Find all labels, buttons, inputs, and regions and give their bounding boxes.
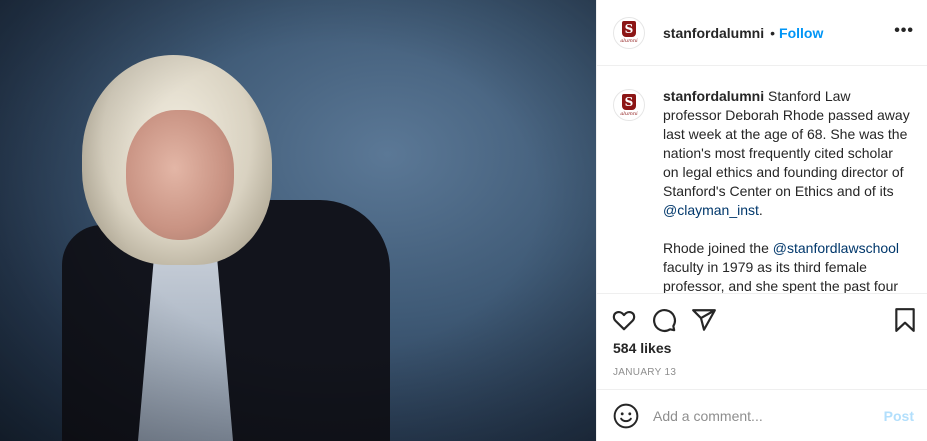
caption-username-link[interactable]: stanfordalumni: [663, 88, 764, 104]
post-header: S alumni stanfordalumni • Follow •••: [597, 0, 927, 66]
post-date[interactable]: JANUARY 13: [613, 367, 676, 378]
caption-p1-text-2: .: [758, 202, 763, 218]
caption-area: S alumni stanfordalumni Stanford Law pro…: [597, 67, 927, 293]
follow-button[interactable]: Follow: [779, 25, 823, 41]
mention-clayman-inst[interactable]: @clayman_inst: [663, 202, 759, 218]
caption-avatar[interactable]: S alumni: [613, 89, 645, 121]
avatar[interactable]: S alumni: [613, 16, 645, 49]
comment-icon[interactable]: [651, 307, 677, 333]
caption-paragraph-2: Rhode joined the @stanfordlawschool facu…: [663, 239, 912, 293]
caption-p2-text-1: Rhode joined the: [663, 240, 773, 256]
avatar-script: alumni: [620, 38, 638, 44]
caption-p2-text-2: faculty in 1979 as its third female prof…: [663, 259, 899, 293]
caption-avatar-letter: S: [622, 93, 636, 110]
caption-text: stanfordalumni Stanford Law professor De…: [663, 87, 912, 293]
emoji-icon[interactable]: [613, 403, 639, 429]
avatar-letter: S: [622, 21, 636, 37]
heart-icon[interactable]: [611, 307, 637, 333]
caption-avatar-script: alumni: [620, 110, 638, 117]
post-side-panel: S alumni stanfordalumni • Follow ••• S a…: [596, 0, 927, 441]
comment-input[interactable]: [653, 407, 873, 424]
username-link[interactable]: stanfordalumni: [663, 25, 764, 41]
share-icon[interactable]: [691, 307, 717, 333]
photo-vignette: [0, 0, 596, 441]
comment-bar: Post: [597, 389, 927, 441]
post-comment-button[interactable]: Post: [884, 408, 914, 424]
more-options-icon[interactable]: •••: [894, 22, 914, 40]
likes-count[interactable]: 584 likes: [613, 340, 671, 356]
follow-separator: •: [770, 24, 776, 41]
caption-paragraph-1: stanfordalumni Stanford Law professor De…: [663, 87, 912, 220]
bookmark-icon[interactable]: [892, 307, 918, 333]
caption-p1-text-1: Stanford Law professor Deborah Rhode pas…: [663, 88, 910, 199]
mention-stanfordlawschool[interactable]: @stanfordlawschool: [773, 240, 899, 256]
post-photo[interactable]: [0, 0, 596, 441]
